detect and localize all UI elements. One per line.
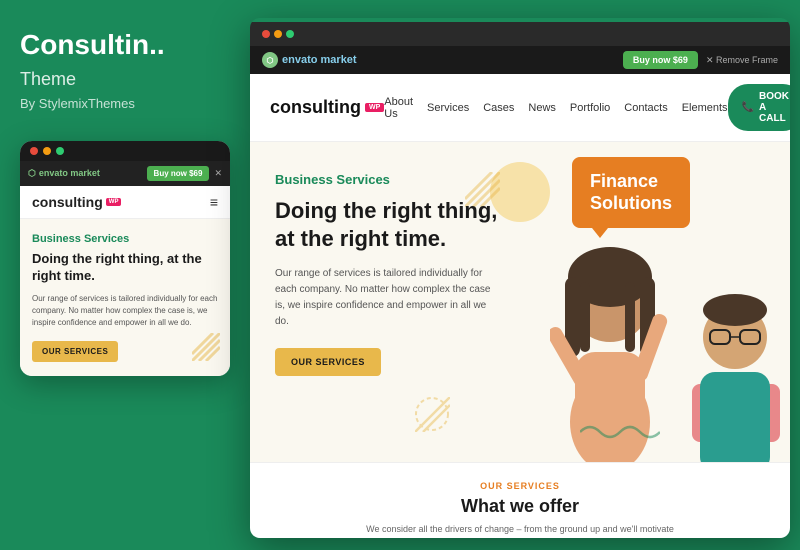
- nav-contacts[interactable]: Contacts: [624, 102, 667, 114]
- mobile-deco-stripe: [192, 333, 220, 366]
- mobile-business-services: Business Services: [32, 233, 218, 245]
- browser-dot-red: [262, 30, 270, 38]
- mobile-envato-bar: ⬡ envato market Buy now $69 ✕: [20, 161, 230, 186]
- hero-title: Doing the right thing, at the right time…: [275, 197, 515, 252]
- envato-top-bar: ⬡ envato market Buy now $69 ✕ Remove Fra…: [250, 46, 790, 74]
- browser-dot-green: [286, 30, 294, 38]
- mobile-topbar: [20, 141, 230, 161]
- dot-red: [30, 147, 38, 155]
- mobile-close-btn[interactable]: ✕: [214, 168, 222, 179]
- envato-buy-btn[interactable]: Buy now $69: [623, 51, 698, 69]
- browser-dot-yellow: [274, 30, 282, 38]
- wp-badge: WP: [365, 103, 384, 112]
- deco-wave: [580, 422, 660, 447]
- theme-author: By StylemixThemes: [20, 96, 228, 111]
- mobile-envato-logo: ⬡ envato market: [28, 168, 100, 179]
- hero-cta-btn[interactable]: OUR SERVICES: [275, 348, 381, 376]
- envato-remove-frame[interactable]: ✕ Remove Frame: [706, 55, 778, 66]
- person-right: [685, 262, 785, 462]
- theme-subtitle: Theme: [20, 69, 228, 90]
- book-call-btn[interactable]: 📞 BOOK A CALL: [728, 84, 790, 131]
- what-we-offer-desc: We consider all the drivers of change – …: [360, 523, 680, 538]
- nav-links: About Us Services Cases News Portfolio C…: [384, 96, 727, 120]
- what-we-offer-section: OUR SERVICES What we offer We consider a…: [250, 462, 790, 538]
- theme-title: Consultin..: [20, 30, 228, 61]
- mobile-buy-btn[interactable]: Buy now $69: [147, 166, 210, 181]
- mobile-mockup: ⬡ envato market Buy now $69 ✕ consulting…: [20, 141, 230, 376]
- mobile-hero-desc: Our range of services is tailored indivi…: [32, 293, 218, 329]
- site-nav: consulting WP About Us Services Cases Ne…: [250, 74, 790, 142]
- mobile-logo: consulting WP: [32, 194, 121, 210]
- dot-yellow: [43, 147, 51, 155]
- our-services-label: OUR SERVICES: [275, 481, 765, 491]
- main-panel: ⬡ envato market Buy now $69 ✕ Remove Fra…: [250, 18, 790, 538]
- mobile-hero-title: Doing the right thing, at the right time…: [32, 251, 218, 285]
- mobile-cta-btn[interactable]: OUR SERVICES: [32, 341, 118, 362]
- mobile-nav: consulting WP ≡: [20, 186, 230, 219]
- nav-about[interactable]: About Us: [384, 96, 413, 120]
- left-panel: Consultin.. Theme By StylemixThemes ⬡ en…: [0, 0, 248, 550]
- hero-right: Finance Solutions Strategic Planning: [540, 142, 790, 462]
- envato-logo: ⬡ envato market: [262, 52, 357, 68]
- people-illustration: [540, 142, 790, 462]
- nav-cases[interactable]: Cases: [483, 102, 514, 114]
- what-we-offer-title: What we offer: [275, 496, 765, 517]
- mobile-wp-badge: WP: [106, 198, 122, 206]
- nav-portfolio[interactable]: Portfolio: [570, 102, 610, 114]
- mobile-content: Business Services Doing the right thing,…: [20, 219, 230, 376]
- envato-right: Buy now $69 ✕ Remove Frame: [623, 51, 778, 69]
- hero-section: Business Services Doing the right thing,…: [250, 142, 790, 462]
- browser-dots: [262, 30, 294, 38]
- nav-news[interactable]: News: [528, 102, 556, 114]
- nav-elements[interactable]: Elements: [682, 102, 728, 114]
- dot-green: [56, 147, 64, 155]
- browser-chrome: [250, 22, 790, 46]
- site-logo: consulting WP: [270, 97, 384, 118]
- phone-icon: 📞: [742, 102, 754, 113]
- hero-desc: Our range of services is tailored indivi…: [275, 266, 495, 330]
- hero-left: Business Services Doing the right thing,…: [250, 142, 540, 462]
- nav-services[interactable]: Services: [427, 102, 469, 114]
- mobile-hamburger[interactable]: ≡: [210, 194, 218, 210]
- envato-icon: ⬡: [262, 52, 278, 68]
- business-services-label: Business Services: [275, 172, 515, 187]
